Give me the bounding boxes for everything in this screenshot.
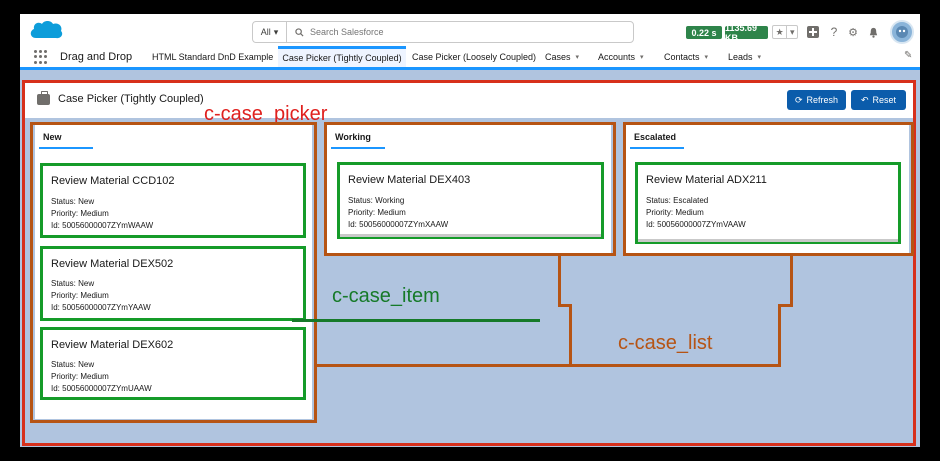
favorites-group[interactable]: ★ ▾: [772, 25, 798, 39]
nav-item-label: Contacts: [664, 51, 700, 62]
case-list-connector: [778, 304, 781, 367]
nav-item-label: Case Picker (Tightly Coupled): [282, 53, 402, 63]
case-list-annotation-box-working: [324, 122, 616, 256]
star-icon[interactable]: ★: [773, 26, 788, 38]
nav-item-label: Cases: [545, 51, 571, 62]
bell-icon[interactable]: [866, 25, 880, 39]
case-list-connector: [317, 364, 781, 367]
avatar[interactable]: [890, 20, 914, 44]
chevron-down-icon[interactable]: ▾: [758, 53, 762, 61]
help-icon[interactable]: ?: [827, 25, 841, 39]
perf-size-badge: 1135.69 KB: [725, 23, 768, 43]
chevron-down-icon[interactable]: ▾: [705, 53, 709, 61]
nav-item-leads[interactable]: Leads ▾: [728, 46, 773, 67]
nav-item-html-dnd[interactable]: HTML Standard DnD Example: [152, 46, 274, 67]
nav-item-case-picker-tight[interactable]: Case Picker (Tightly Coupled): [278, 46, 406, 67]
nav-item-label: HTML Standard DnD Example: [152, 51, 274, 62]
global-header: All ▾ 0.22 s 1135.69 KB ★ ▾ ? ⚙: [20, 14, 920, 46]
chevron-down-icon[interactable]: ▾: [787, 26, 797, 38]
nav-item-accounts[interactable]: Accounts ▾: [598, 46, 658, 67]
search-input[interactable]: [310, 27, 610, 37]
case-list-annotation-label: c-case_list: [618, 332, 713, 354]
search-icon: [295, 27, 304, 37]
nav-item-label: Accounts: [598, 51, 636, 62]
case-item-annotation-line: [292, 319, 540, 322]
nav-item-cases[interactable]: Cases ▾: [545, 46, 590, 67]
app-nav-bar: Drag and Drop HTML Standard DnD Example …: [20, 46, 920, 70]
nav-item-case-picker-loose[interactable]: Case Picker (Loosely Coupled): [412, 46, 537, 67]
global-search: All ▾: [252, 21, 634, 43]
salesforce-logo-icon[interactable]: [28, 18, 64, 42]
salesforce-screen: All ▾ 0.22 s 1135.69 KB ★ ▾ ? ⚙: [20, 14, 920, 447]
app-name: Drag and Drop: [60, 51, 133, 63]
chevron-down-icon[interactable]: ▾: [640, 53, 644, 61]
plus-icon[interactable]: [806, 25, 820, 39]
chevron-down-icon: ▾: [273, 26, 279, 37]
case-list-connector: [558, 256, 561, 306]
nav-item-label: Case Picker (Loosely Coupled): [412, 51, 537, 62]
case-list-annotation-box-new: [30, 122, 317, 423]
search-field: [287, 22, 633, 42]
edit-pencil-icon[interactable]: ✎: [904, 50, 912, 61]
nav-item-contacts[interactable]: Contacts ▾: [664, 46, 722, 67]
search-scope-label: All: [260, 27, 271, 37]
nav-item-label: Leads: [728, 51, 753, 62]
case-list-connector: [790, 256, 793, 306]
perf-time-badge: 0.22 s: [686, 26, 722, 39]
app-launcher-icon[interactable]: [34, 50, 48, 64]
case-list-annotation-box-escalated: [623, 122, 914, 256]
setup-icon[interactable]: ⚙: [846, 25, 860, 39]
search-scope-select[interactable]: All ▾: [253, 22, 287, 42]
case-list-connector: [569, 304, 572, 367]
chevron-down-icon[interactable]: ▾: [576, 53, 580, 61]
case-item-annotation-label: c-case_item: [332, 285, 440, 307]
